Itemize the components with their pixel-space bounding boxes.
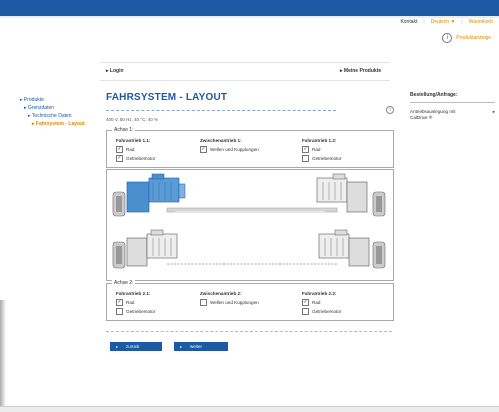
checkbox[interactable] [200, 299, 207, 306]
motor-bottom-left [126, 229, 178, 267]
product-info-link[interactable]: i Produktanzeige [442, 33, 491, 43]
axle1-shafts-option[interactable]: ✓ Wellen und Kupplungen [200, 146, 259, 153]
axle1-drive2-motor-option[interactable]: Getriebemotor [302, 155, 341, 162]
wheel-top-left [112, 191, 126, 217]
footer-band [0, 407, 499, 412]
next-label: weiter [190, 344, 203, 349]
axle1-legend: Achse 1: [112, 127, 136, 133]
layout-diagram [106, 169, 394, 281]
utility-nav: Kontakt | Deutsch ▼ | Warenkorb [400, 19, 493, 25]
arrow-right-icon: ▸ [492, 109, 495, 114]
contact-link[interactable]: Kontakt [400, 19, 417, 25]
option-label: Rad [312, 300, 321, 305]
nav-label: Produkte [23, 97, 44, 103]
divider [106, 331, 392, 333]
axle2-drive2-motor-option[interactable]: Getriebemotor [302, 308, 341, 315]
caldrive-label: Antriebsauslegung mit CalDrive ® [410, 109, 456, 120]
cart-link[interactable]: Warenkorb [469, 19, 493, 25]
arrow-right-icon: ▸ [340, 68, 343, 74]
next-button[interactable]: ▸ weiter [174, 342, 228, 351]
axle2-drive2-wheel-option[interactable]: ✓ Rad [302, 299, 320, 306]
page-edge-shadow [0, 300, 6, 412]
wheel-bottom-right [372, 241, 386, 269]
divider [100, 80, 390, 81]
wheel-top-right [372, 191, 386, 217]
option-label: Rad [126, 300, 135, 305]
checkbox[interactable]: ✓ [116, 146, 123, 153]
option-label: Getriebemotor [312, 309, 342, 314]
language-select[interactable]: Deutsch ▼ [431, 19, 456, 25]
info-icon: i [442, 33, 453, 43]
banner-divider [0, 16, 499, 18]
sidebar-heading: Bestellung/Anfrage: [410, 92, 495, 103]
back-button[interactable]: ▸ zurück [110, 342, 162, 351]
nav-item-grenzdaten[interactable]: ▸ Grenzdaten [24, 105, 54, 111]
nav-label: Grenzdaten [27, 105, 55, 111]
option-label: Wellen und Kupplungen [210, 147, 259, 152]
product-info-label: Produktanzeige [456, 35, 491, 41]
back-label: zurück [126, 344, 140, 349]
nav-item-produkte[interactable]: ▸ Produkte [20, 97, 44, 103]
option-label: Wellen und Kupplungen [210, 300, 259, 305]
checkbox[interactable] [302, 155, 309, 162]
axle2-legend: Achse 2: [112, 280, 136, 286]
axle2-drive1-motor-option[interactable]: Getriebemotor [116, 308, 155, 315]
caldrive-link[interactable]: Antriebsauslegung mit CalDrive ® ▸ [410, 109, 495, 121]
top-banner [0, 0, 499, 16]
info-icon[interactable]: i [386, 106, 394, 114]
option-label: Getriebemotor [126, 309, 156, 314]
motor-bottom-right [318, 229, 370, 267]
page-title: FAHRSYSTEM - LAYOUT [106, 92, 228, 103]
axle1-drive1-head: Fahrantrieb 1.1: [116, 138, 151, 143]
axle2-shafts-option[interactable]: Wellen und Kupplungen [200, 299, 259, 306]
separator: | [423, 19, 425, 25]
axle2-drive1-wheel-option[interactable]: ✓ Rad [116, 299, 134, 306]
checkbox[interactable]: ✓ [200, 146, 207, 153]
option-label: Getriebemotor [126, 156, 156, 161]
axle1-drive2-wheel-option[interactable]: ✓ Rad [302, 146, 320, 153]
axle2-intermediate-head: Zwischenantrieb 2: [200, 291, 242, 296]
option-label: Rad [126, 147, 135, 152]
nav-item-technische-daten[interactable]: ▸ Technische Daten [28, 113, 72, 119]
option-label: Getriebemotor [312, 156, 342, 161]
wheel-bottom-left [112, 241, 126, 269]
my-products-link[interactable]: ▸ Meine Produkte [340, 68, 381, 74]
arrow-right-icon: ▸ [106, 68, 109, 74]
motor-top-left-selected [126, 173, 186, 213]
option-label: Rad [312, 147, 321, 152]
drive-layout-drawing [112, 173, 386, 269]
separator: | [461, 19, 463, 25]
motor-top-right [316, 173, 368, 213]
checkbox[interactable] [116, 308, 123, 315]
arrow-right-icon: ▸ [180, 344, 183, 349]
checkbox[interactable]: ✓ [302, 299, 309, 306]
axle1-drive1-motor-option[interactable]: ✓ Getriebemotor [116, 155, 155, 162]
title-underline [106, 110, 336, 113]
order-sidebar: Bestellung/Anfrage: Antriebsauslegung mi… [410, 92, 495, 121]
checkbox[interactable] [302, 308, 309, 315]
login-link[interactable]: ▸ Login [106, 68, 124, 74]
nav-label: Fahrsystem - Layout [35, 121, 85, 127]
login-label: Login [109, 68, 124, 74]
axle2-drive1-head: Fahrantrieb 2.1: [116, 291, 151, 296]
axle1-intermediate-head: Zwischenantrieb 1: [200, 138, 242, 143]
arrow-right-icon: ▸ [116, 344, 119, 349]
nav-item-fahrsystem-layout[interactable]: ▸ Fahrsystem - Layout [32, 121, 85, 127]
my-products-label: Meine Produkte [343, 68, 382, 74]
divider [100, 62, 390, 63]
spec-line: 400 V, 50 Hz, 40 °C, 40 % [106, 117, 159, 122]
axle2-drive2-head: Fahrantrieb 2.2: [302, 291, 337, 296]
axle1-drive2-head: Fahrantrieb 1.2: [302, 138, 337, 143]
checkbox[interactable]: ✓ [302, 146, 309, 153]
axle1-shaft-lower [175, 211, 325, 213]
checkbox[interactable]: ✓ [116, 155, 123, 162]
nav-label: Technische Daten [31, 113, 72, 119]
checkbox[interactable]: ✓ [116, 299, 123, 306]
axle1-drive1-wheel-option[interactable]: ✓ Rad [116, 146, 134, 153]
